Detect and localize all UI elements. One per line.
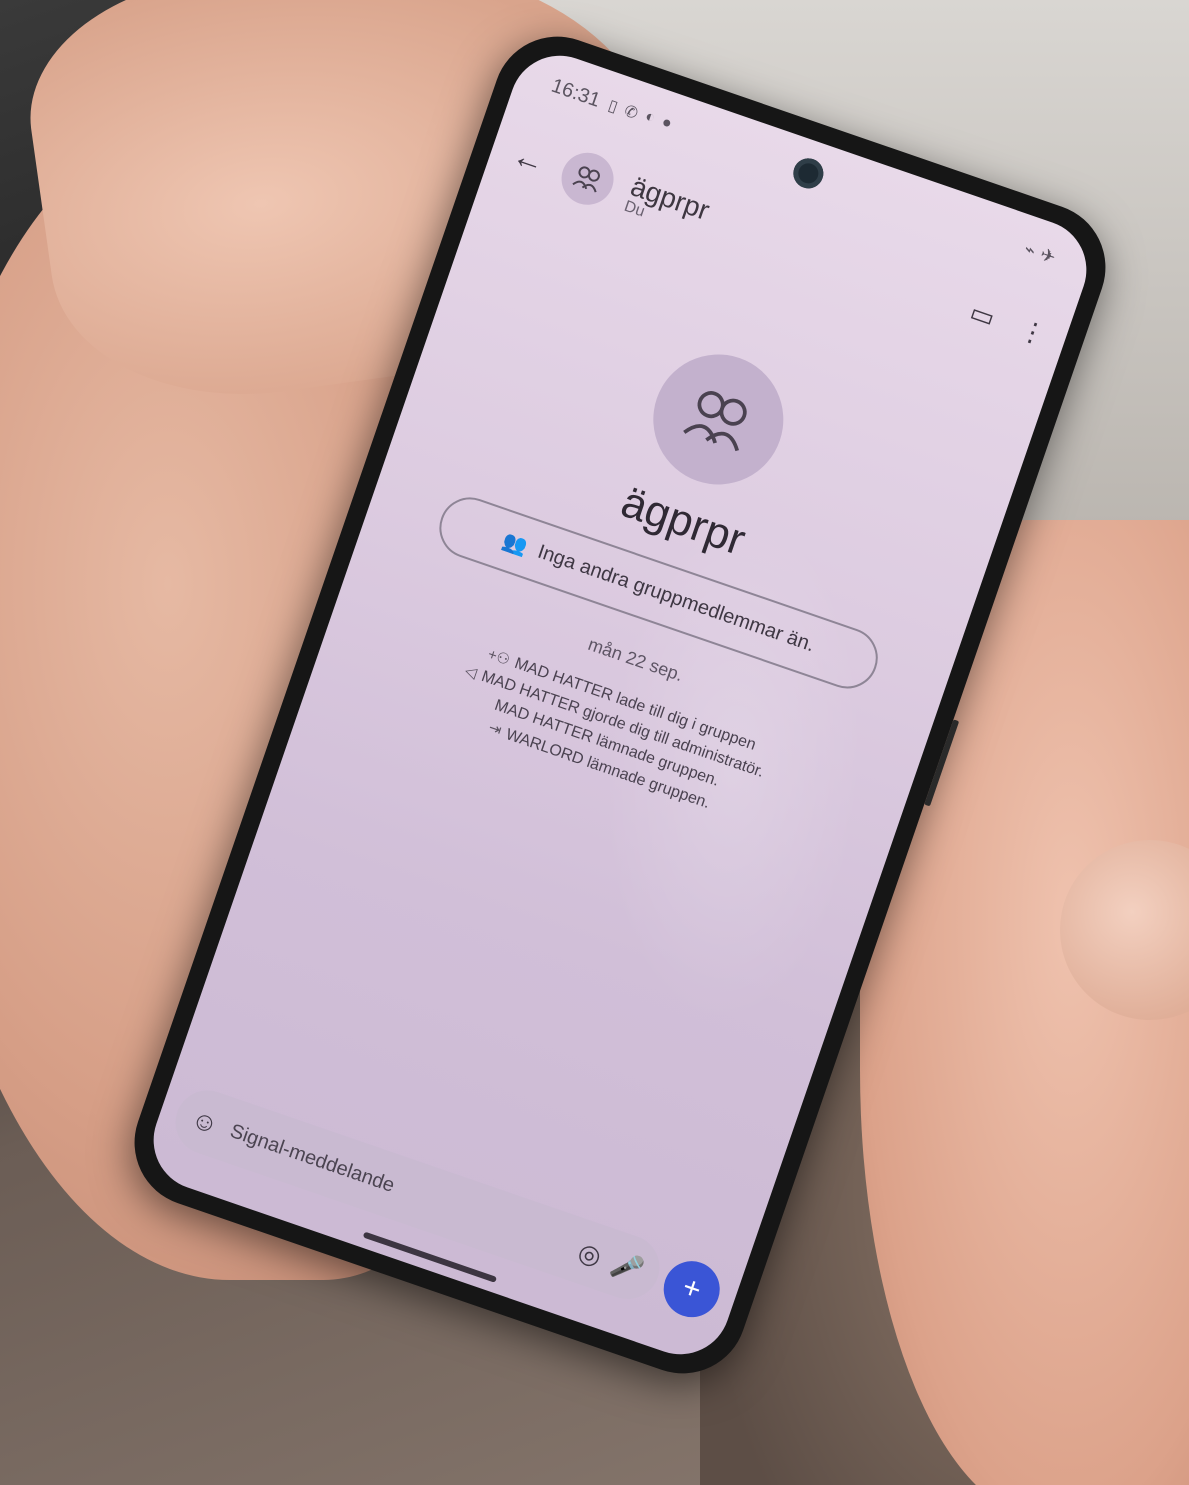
header-actions: ▭ ⋮ xyxy=(966,296,1050,351)
wifi-icon: ⌁ xyxy=(1021,238,1039,261)
group-icon xyxy=(572,166,600,193)
plus-icon: + xyxy=(678,1270,706,1308)
message-input[interactable] xyxy=(224,1118,572,1259)
notification-icon: ✆ xyxy=(621,102,641,124)
camera-icon[interactable]: ◎ xyxy=(574,1236,605,1273)
status-icons: ▯ ✆ ◐ ● xyxy=(605,95,675,135)
attach-button[interactable]: + xyxy=(656,1253,728,1325)
video-call-icon[interactable]: ▭ xyxy=(966,296,999,333)
notification-icon: ◐ xyxy=(642,107,658,127)
sim-icon: ▯ xyxy=(605,97,620,117)
status-time: 16:31 xyxy=(548,74,604,112)
notification-icon: ● xyxy=(659,113,675,133)
conversation-title[interactable]: ägprpr Du xyxy=(622,170,714,241)
megaphone-icon: ◁ xyxy=(462,662,480,682)
leave-icon: ⇥ xyxy=(486,719,504,740)
mic-icon[interactable]: 🎤 xyxy=(607,1247,647,1287)
emoji-icon[interactable]: ☺ xyxy=(187,1103,223,1141)
avatar[interactable] xyxy=(554,145,621,212)
group-info: ägprpr 👥 Inga andra gruppmedlemmar än. m… xyxy=(310,260,1025,875)
group-icon xyxy=(683,391,747,452)
arrow-left-icon[interactable]: ← xyxy=(506,135,552,182)
airplane-icon: ✈ xyxy=(1037,243,1059,268)
members-icon: 👥 xyxy=(499,529,531,559)
status-right-icons: ⌁ ✈ xyxy=(1022,238,1059,268)
more-vertical-icon[interactable]: ⋮ xyxy=(1016,313,1050,351)
photo-scene: 16:31 ▯ ✆ ◐ ● ⌁ ✈ ← ägprpr Du ▭ ⋮ ägprpr… xyxy=(0,0,1189,1485)
group-avatar[interactable] xyxy=(635,336,801,503)
